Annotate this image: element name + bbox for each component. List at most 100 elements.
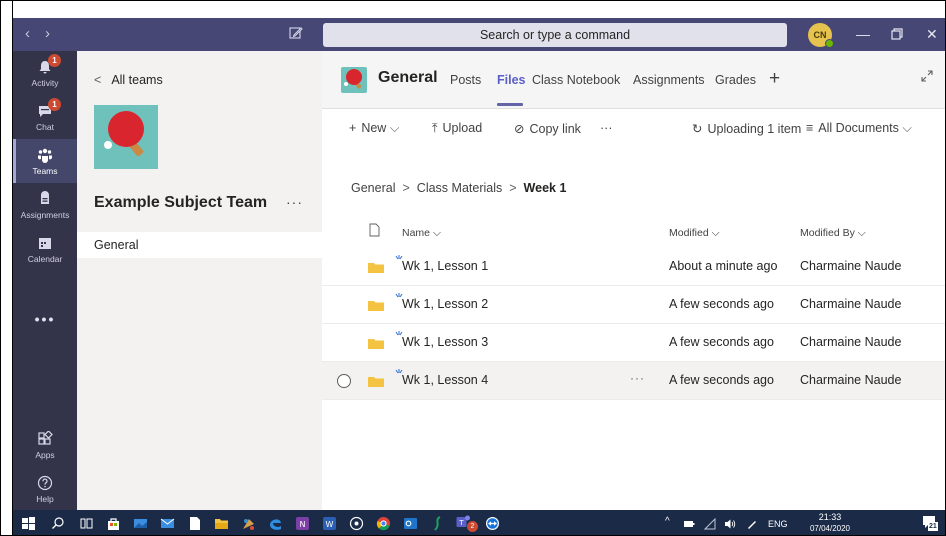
column-header-modified[interactable]: Modified ⌵ xyxy=(669,227,720,240)
row-select-radio[interactable] xyxy=(337,374,351,388)
pen-icon[interactable] xyxy=(746,518,758,530)
wifi-icon[interactable] xyxy=(704,518,716,530)
media-icon[interactable] xyxy=(349,516,364,531)
windows-start-icon[interactable] xyxy=(21,516,36,531)
avatar-initials: CN xyxy=(813,30,827,40)
channel-item-general[interactable]: General xyxy=(77,232,322,258)
teams-taskbar-button[interactable]: T 2 xyxy=(455,514,478,532)
document-icon[interactable] xyxy=(187,516,202,531)
minimize-icon[interactable]: — xyxy=(856,25,870,43)
appbar-label: Apps xyxy=(35,450,55,460)
mail-icon[interactable] xyxy=(160,516,175,531)
all-teams-link[interactable]: < All teams xyxy=(94,73,163,87)
edge-icon[interactable] xyxy=(268,516,283,531)
sync-icon: ↻ xyxy=(692,122,703,136)
appbar-item-activity[interactable]: 1 Activity xyxy=(13,51,77,95)
team-avatar[interactable] xyxy=(94,105,158,169)
breadcrumb-current: Week 1 xyxy=(523,181,567,195)
team-name: Example Subject Team xyxy=(94,194,268,211)
table-row[interactable]: Wk 1, Lesson 3 A few seconds ago Charmai… xyxy=(322,324,945,362)
upload-label: Upload xyxy=(442,121,483,135)
file-modified-by: Charmaine Naude xyxy=(800,335,902,349)
tab-files[interactable]: Files xyxy=(497,73,526,87)
tab-assignments[interactable]: Assignments xyxy=(633,73,705,87)
appbar-item-apps[interactable]: Apps xyxy=(13,423,77,467)
more-apps-icon[interactable]: ••• xyxy=(13,311,77,327)
chevron-down-icon: ⌵ xyxy=(432,227,441,239)
tray-expand-icon[interactable]: ^ xyxy=(665,516,670,527)
photos-icon[interactable] xyxy=(133,516,148,531)
notifications-count: 21 xyxy=(928,522,938,531)
sway-icon[interactable] xyxy=(430,516,445,531)
maximize-icon[interactable] xyxy=(891,28,903,40)
breadcrumb-class-materials[interactable]: Class Materials xyxy=(417,181,502,195)
table-row[interactable]: Wk 1, Lesson 1 About a minute ago Charma… xyxy=(322,248,945,286)
breadcrumb-general[interactable]: General xyxy=(351,181,395,195)
language-indicator[interactable]: ENG xyxy=(768,519,788,529)
appbar-item-help[interactable]: Help xyxy=(13,467,77,511)
new-button[interactable]: + New ⌵ xyxy=(349,121,399,136)
appbar-item-chat[interactable]: 1 Chat xyxy=(13,95,77,139)
appbar-item-assignments[interactable]: Assignments xyxy=(13,183,77,227)
compose-icon[interactable] xyxy=(289,26,303,40)
file-name[interactable]: Wk 1, Lesson 3 xyxy=(402,335,488,349)
svg-text:T: T xyxy=(458,519,464,527)
close-icon[interactable]: ✕ xyxy=(926,25,938,43)
file-modified: About a minute ago xyxy=(669,259,778,273)
column-header-modified-by[interactable]: Modified By ⌵ xyxy=(800,227,866,240)
file-modified-by: Charmaine Naude xyxy=(800,297,902,311)
appbar-item-teams[interactable]: Teams xyxy=(13,139,77,183)
file-name[interactable]: Wk 1, Lesson 1 xyxy=(402,259,488,273)
file-name[interactable]: Wk 1, Lesson 4 xyxy=(402,373,488,387)
clock-time[interactable]: 21:33 xyxy=(810,512,850,522)
search-icon[interactable] xyxy=(51,516,66,531)
channel-team-icon xyxy=(341,67,367,93)
chat-badge: 1 xyxy=(48,98,61,111)
paint-icon[interactable] xyxy=(241,516,256,531)
add-tab-icon[interactable]: + xyxy=(769,68,780,90)
column-header-name[interactable]: Name ⌵ xyxy=(402,227,441,240)
word-icon[interactable]: W xyxy=(322,516,337,531)
toolbar-more-icon[interactable]: ··· xyxy=(600,121,613,135)
file-modified: A few seconds ago xyxy=(669,373,774,387)
uploading-status[interactable]: ↻ Uploading 1 item xyxy=(692,121,801,136)
expand-icon[interactable] xyxy=(920,69,934,83)
folder-icon xyxy=(368,339,384,349)
forward-arrow-icon[interactable]: › xyxy=(45,26,50,41)
outlook-icon[interactable] xyxy=(403,516,418,531)
view-selector[interactable]: ≡ All Documents ⌵ xyxy=(806,121,912,136)
appbar-label: Chat xyxy=(36,122,54,132)
clock-date[interactable]: 07/04/2020 xyxy=(806,524,854,533)
search-input[interactable]: Search or type a command xyxy=(323,23,787,47)
avatar[interactable]: CN xyxy=(808,23,834,48)
table-row[interactable]: Wk 1, Lesson 4 ··· A few seconds ago Cha… xyxy=(322,362,945,400)
copy-link-button[interactable]: ⊘ Copy link xyxy=(514,121,581,136)
file-name[interactable]: Wk 1, Lesson 2 xyxy=(402,297,488,311)
left-margin xyxy=(1,1,13,535)
tab-grades[interactable]: Grades xyxy=(715,73,756,87)
table-row[interactable]: Wk 1, Lesson 2 A few seconds ago Charmai… xyxy=(322,286,945,324)
task-view-icon[interactable] xyxy=(79,516,94,531)
teamviewer-icon[interactable] xyxy=(485,516,500,531)
appbar-item-calendar[interactable]: Calendar xyxy=(13,227,77,271)
back-arrow-icon[interactable]: ‹ xyxy=(25,26,30,41)
app-bar: 1 Activity 1 Chat Teams Assignments Cale… xyxy=(13,51,77,510)
store-icon[interactable] xyxy=(106,516,121,531)
upload-icon: ⤒ xyxy=(432,121,438,135)
tab-posts[interactable]: Posts xyxy=(450,73,481,87)
column-header-modified-by-label: Modified By xyxy=(800,227,855,239)
action-center-button[interactable]: 21 xyxy=(922,515,940,533)
chrome-icon[interactable] xyxy=(376,516,391,531)
row-more-options-icon[interactable]: ··· xyxy=(630,371,645,385)
onenote-icon[interactable]: N xyxy=(295,516,310,531)
volume-icon[interactable] xyxy=(724,518,736,530)
file-explorer-icon[interactable] xyxy=(214,516,229,531)
appbar-label: Activity xyxy=(31,78,59,88)
tab-class-notebook[interactable]: Class Notebook xyxy=(532,73,620,87)
team-more-options-icon[interactable]: ··· xyxy=(286,194,303,210)
upload-button[interactable]: ⤒ Upload xyxy=(432,121,482,136)
assignments-icon xyxy=(41,191,49,204)
chevron-left-icon: < xyxy=(94,73,102,87)
battery-icon[interactable] xyxy=(683,518,695,530)
appbar-label: Calendar xyxy=(27,254,63,264)
